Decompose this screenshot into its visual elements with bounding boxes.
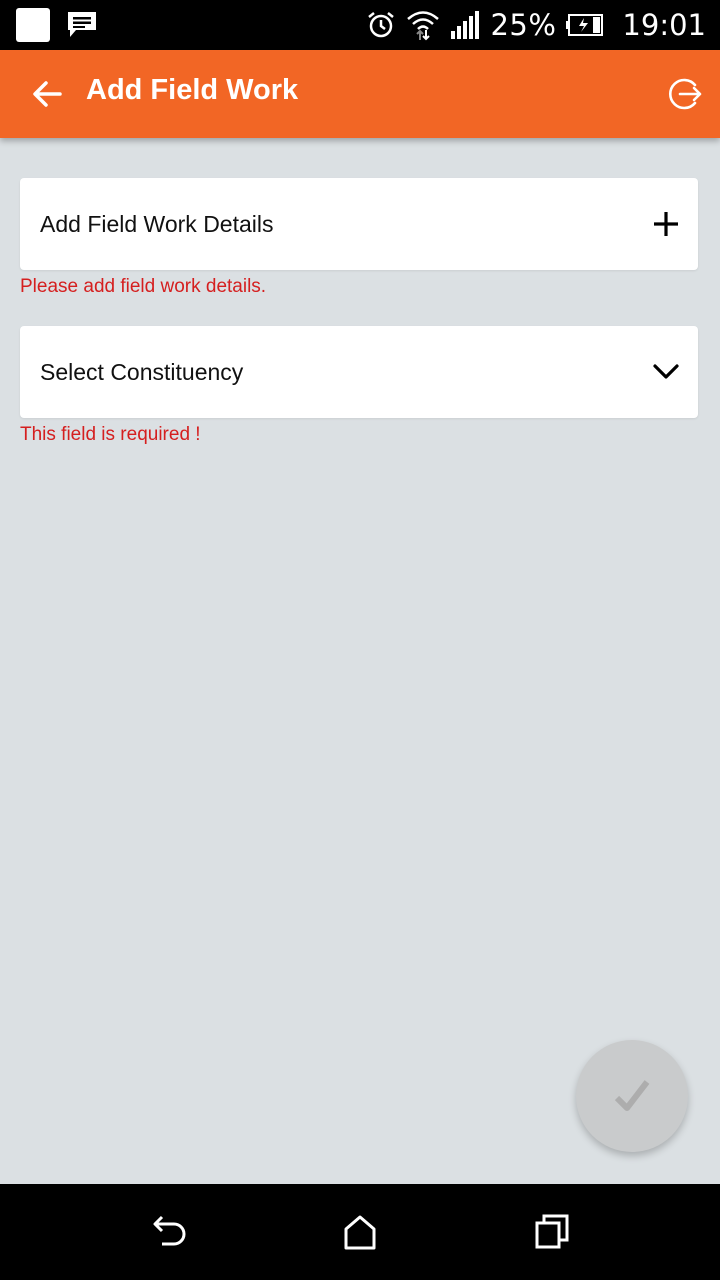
system-nav-bar <box>0 1184 720 1280</box>
recents-nav-icon <box>535 1214 569 1249</box>
plus-icon <box>654 212 678 236</box>
clock: 19:01 <box>622 8 706 42</box>
status-bar: 25% 19:01 <box>0 0 720 50</box>
chevron-down-icon <box>653 364 679 379</box>
check-icon <box>614 1080 650 1111</box>
details-error-text: Please add field work details. <box>20 276 267 297</box>
nav-recents-button[interactable] <box>532 1212 572 1252</box>
add-field-work-details-button[interactable]: Add Field Work Details <box>20 178 698 270</box>
arrow-left-icon <box>33 81 62 107</box>
message-icon <box>68 12 96 37</box>
back-nav-icon <box>153 1215 186 1246</box>
signal-icon <box>451 11 480 39</box>
add-field-work-details-label: Add Field Work Details <box>40 211 274 237</box>
app-icon <box>16 8 50 42</box>
wifi-icon <box>407 11 440 41</box>
battery-icon <box>566 14 604 36</box>
alarm-icon <box>368 12 395 38</box>
battery-percent: 25% <box>490 8 557 42</box>
constituency-select-label: Select Constituency <box>40 359 244 385</box>
logout-button[interactable] <box>662 72 706 116</box>
submit-fab[interactable] <box>576 1040 688 1152</box>
app-bar: Add Field Work <box>0 50 720 138</box>
home-nav-icon <box>344 1215 376 1250</box>
constituency-error-text: This field is required ! <box>20 424 201 445</box>
constituency-select[interactable]: Select Constituency <box>20 326 698 418</box>
page-title: Add Field Work <box>86 74 299 106</box>
logout-icon <box>668 78 702 110</box>
back-button[interactable] <box>26 72 70 116</box>
nav-home-button[interactable] <box>340 1212 380 1252</box>
nav-back-button[interactable] <box>148 1212 188 1252</box>
